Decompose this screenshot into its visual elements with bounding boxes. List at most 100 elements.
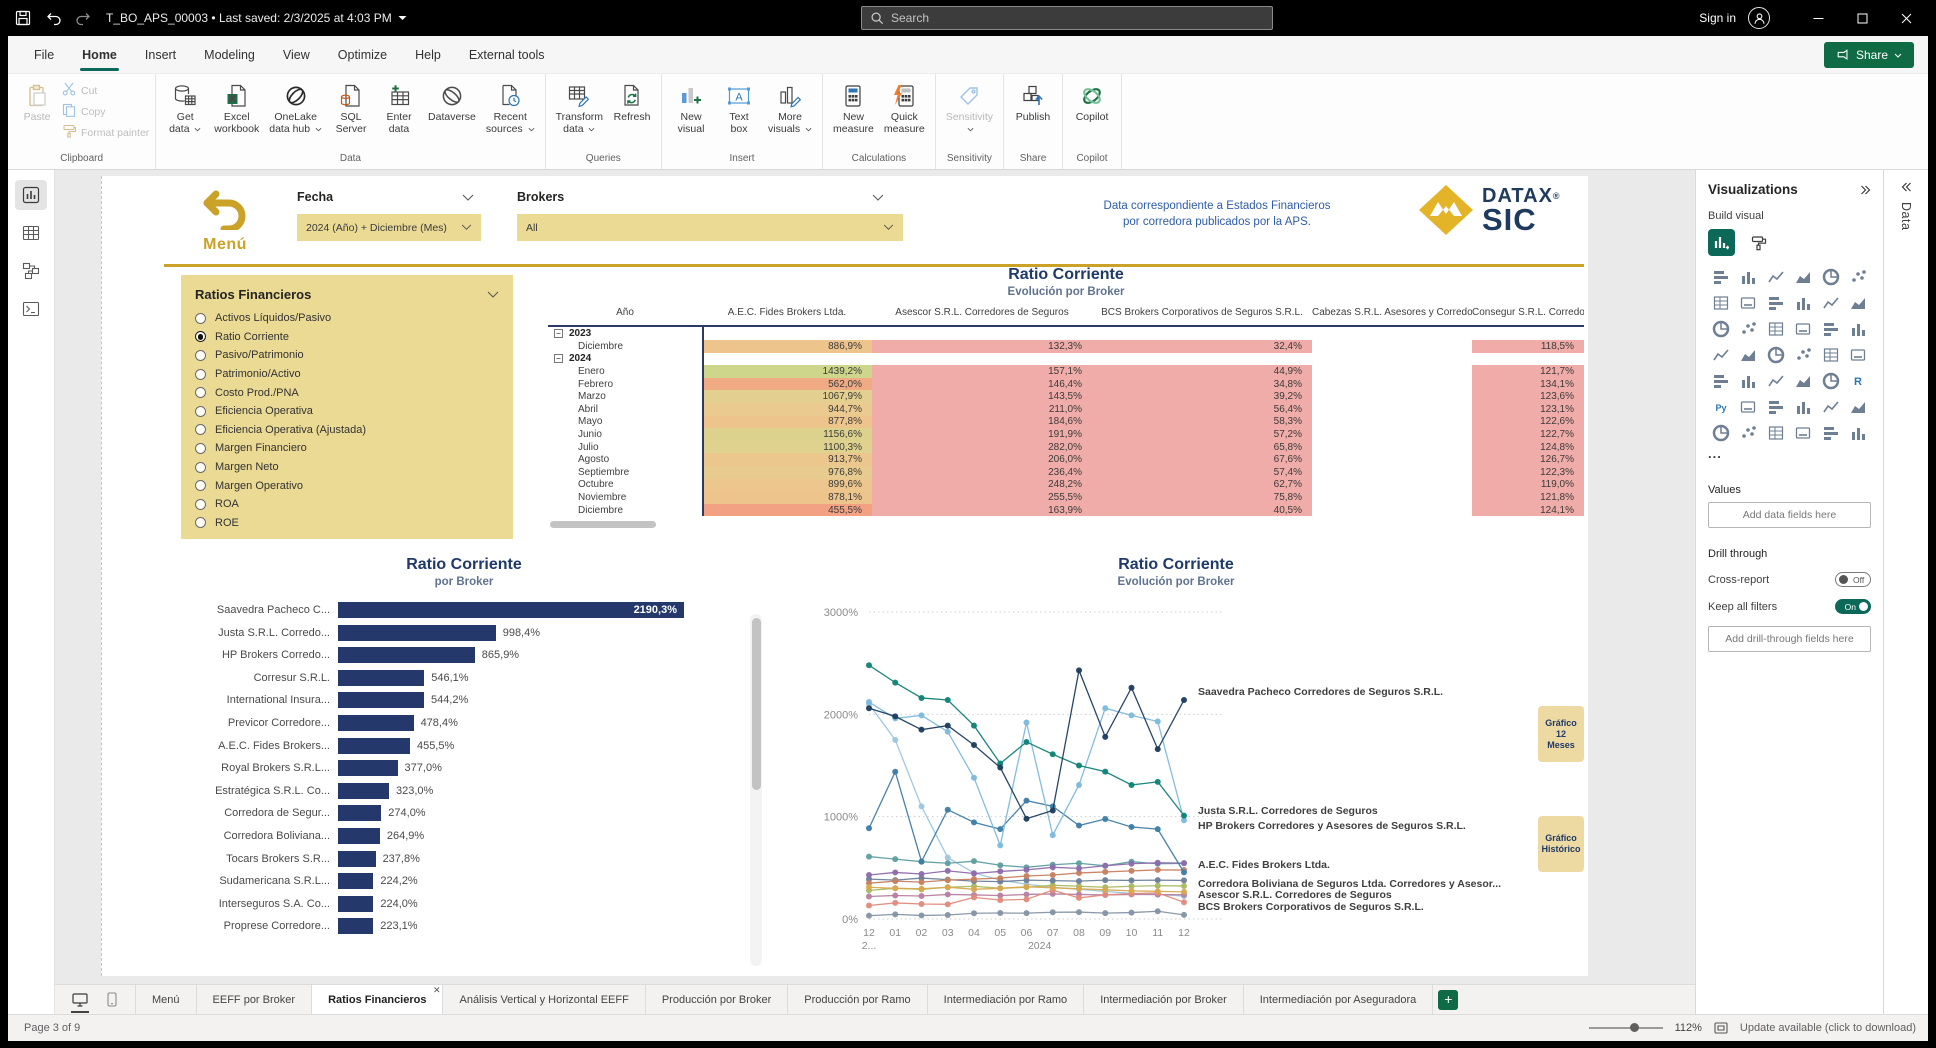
stacked-column-chart-icon[interactable] [1736, 265, 1761, 288]
power-automate-icon[interactable] [1791, 421, 1816, 444]
radio-option-pasivo-patrimonio[interactable]: Pasivo/Patrimonio [195, 346, 499, 365]
mobile-layout-icon[interactable] [99, 988, 125, 1012]
bar-row[interactable]: Saavedra Pacheco C...2190,3% [166, 602, 762, 618]
dax-query-view-button[interactable] [15, 294, 47, 324]
slicer-icon[interactable] [1763, 369, 1788, 392]
ribbon-dataverse-button[interactable]: Dataverse [424, 78, 480, 137]
radio-option-margen-financiero[interactable]: Margen Financiero [195, 439, 499, 458]
line-chart-icon[interactable] [1708, 291, 1733, 314]
stacked-bar-chart-icon[interactable] [1708, 265, 1733, 288]
waterfall-chart-icon[interactable] [1708, 317, 1733, 340]
ribbon-transform-data-button[interactable]: Transformdata [552, 78, 607, 137]
ribbon-enter-data-button[interactable]: Enterdata [376, 78, 422, 137]
cross-report-toggle[interactable]: Off [1835, 572, 1871, 587]
arcgis-map-icon[interactable] [1736, 421, 1761, 444]
bar-chart-scrollbar[interactable] [750, 614, 762, 966]
table-icon[interactable] [1791, 369, 1816, 392]
bar-row[interactable]: Sudamericana S.R.L...224,2% [166, 873, 762, 889]
radio-option-eficiencia-operativa[interactable]: Eficiencia Operativa [195, 402, 499, 421]
ribbon-recent-sources-button[interactable]: Recentsources [482, 78, 539, 137]
filled-map-icon[interactable] [1736, 343, 1761, 366]
radio-option-margen-neto[interactable]: Margen Neto [195, 458, 499, 477]
add-data-fields-well[interactable]: Add data fields here [1708, 502, 1871, 528]
radio-option-ratio-corriente[interactable]: Ratio Corriente [195, 328, 499, 347]
brokers-slicer-value[interactable]: All [517, 214, 903, 241]
ribbon-sensitivity-button[interactable]: Sensitivity [942, 78, 997, 137]
kpi-icon[interactable] [1736, 369, 1761, 392]
bar-row[interactable]: Proprese Corredore...223,1% [166, 918, 762, 934]
radio-option-costo-prod-pna[interactable]: Costo Prod./PNA [195, 383, 499, 402]
ribbon-paste-button[interactable]: Paste [14, 78, 60, 126]
page-tab-men[interactable]: Menú [135, 985, 197, 1014]
radio-option-activos-l-quidos-pasivo[interactable]: Activos Líquidos/Pasivo [195, 309, 499, 328]
close-tab-icon[interactable]: ✕ [433, 985, 441, 996]
ribbon-new-measure-button[interactable]: Newmeasure [829, 78, 878, 137]
minimize-button[interactable] [1796, 0, 1840, 36]
page-tab-intermediaci-n-por-broker[interactable]: Intermediación por Broker [1084, 985, 1244, 1014]
page-tab-producci-n-por-ramo[interactable]: Producción por Ramo [788, 985, 927, 1014]
model-view-button[interactable] [15, 256, 47, 286]
ratio-corriente-line-chart[interactable]: Ratio Corriente Evolución por Broker 0%1… [766, 556, 1586, 974]
menu-tab-insert[interactable]: Insert [131, 36, 190, 74]
collapse-group-icon[interactable] [554, 354, 563, 363]
save-icon[interactable] [8, 0, 38, 36]
clustered-bar-chart-icon[interactable] [1763, 265, 1788, 288]
document-title[interactable]: T_BO_APS_00003 • Last saved: 2/3/2025 at… [106, 11, 407, 25]
bar-row[interactable]: Estratégica S.R.L. Co...323,0% [166, 783, 762, 799]
page-tab-intermediaci-n-por-ramo[interactable]: Intermediación por Ramo [928, 985, 1085, 1014]
account-avatar[interactable] [1748, 7, 1770, 29]
bar-row[interactable]: Corredora Boliviana...264,9% [166, 828, 762, 844]
ribbon-excel-workbook-button[interactable]: XExcelworkbook [210, 78, 263, 137]
line-and-clustered-column-chart-icon[interactable] [1818, 291, 1843, 314]
ratio-corriente-bar-chart[interactable]: Ratio Corriente por Broker Saavedra Pach… [166, 556, 762, 974]
azure-map-icon[interactable] [1791, 343, 1816, 366]
add-drill-through-fields-well[interactable]: Add drill-through fields here [1708, 626, 1871, 652]
ribbon-format-painter-button[interactable]: Format painter [62, 124, 149, 141]
scatter-chart-icon[interactable] [1763, 317, 1788, 340]
q-and-a-icon[interactable] [1791, 395, 1816, 418]
ribbon-onelake-data-hub-button[interactable]: OneLakedata hub [265, 78, 326, 137]
shape-map-icon[interactable] [1763, 343, 1788, 366]
radio-option-roe[interactable]: ROE [195, 514, 499, 533]
brokers-collapse-icon[interactable] [872, 194, 884, 202]
desktop-layout-icon[interactable] [67, 988, 93, 1012]
get-more-visuals-icon[interactable] [1846, 421, 1871, 444]
ribbon-quick-measure-button[interactable]: Quickmeasure [880, 78, 929, 137]
donut-chart-icon[interactable] [1818, 317, 1843, 340]
ribbon-more-visuals-button[interactable]: Morevisuals [764, 78, 816, 137]
bar-row[interactable]: Royal Brokers S.R.L...377,0% [166, 760, 762, 776]
100-stacked-column-chart-icon[interactable] [1846, 265, 1871, 288]
page-tab-intermediaci-n-por-aseguradora[interactable]: Intermediación por Aseguradora [1244, 985, 1434, 1014]
page-tab-eeff-por-broker[interactable]: EEFF por Broker [197, 985, 313, 1014]
radio-option-roa[interactable]: ROA [195, 495, 499, 514]
menu-button-label[interactable]: Menú [188, 236, 262, 254]
build-visual-tab[interactable] [1708, 229, 1735, 256]
matrix-h-scrollbar[interactable] [548, 520, 1584, 529]
python-visual-icon[interactable]: Py [1708, 395, 1733, 418]
new-page-button[interactable]: + [1438, 990, 1458, 1010]
ribbon-copilot-button[interactable]: Copilot [1069, 78, 1115, 137]
ratio-corriente-matrix[interactable]: Ratio Corriente Evolución por Broker Año… [548, 266, 1584, 529]
search-input[interactable]: Search [861, 6, 1273, 30]
metrics-icon[interactable] [1846, 395, 1871, 418]
100-stacked-bar-chart-icon[interactable] [1818, 265, 1843, 288]
menu-tab-help[interactable]: Help [401, 36, 455, 74]
fit-to-page-icon[interactable] [1714, 1022, 1728, 1034]
gauge-icon[interactable] [1818, 343, 1843, 366]
ribbon-publish-button[interactable]: Publish [1010, 78, 1056, 137]
ribbon-refresh-button[interactable]: Refresh [609, 78, 655, 137]
maximize-button[interactable] [1840, 0, 1884, 36]
menu-tab-home[interactable]: Home [68, 36, 131, 74]
stacked-area-chart-icon[interactable] [1763, 291, 1788, 314]
keep-all-filters-toggle[interactable]: On [1835, 599, 1871, 614]
redo-icon[interactable] [68, 0, 98, 36]
bar-row[interactable]: Interseguros S.A. Co...224,0% [166, 896, 762, 912]
line-and-stacked-column-chart-icon[interactable] [1791, 291, 1816, 314]
bar-row[interactable]: Justa S.R.L. Corredo...998,4% [166, 625, 762, 641]
menu-tab-optimize[interactable]: Optimize [324, 36, 401, 74]
bar-row[interactable]: HP Brokers Corredo...865,9% [166, 647, 762, 663]
ribbon-sql-server-button[interactable]: SQLServer [328, 78, 374, 137]
area-chart-icon[interactable] [1736, 291, 1761, 314]
menu-tab-view[interactable]: View [269, 36, 324, 74]
share-button[interactable]: Share [1824, 42, 1914, 68]
